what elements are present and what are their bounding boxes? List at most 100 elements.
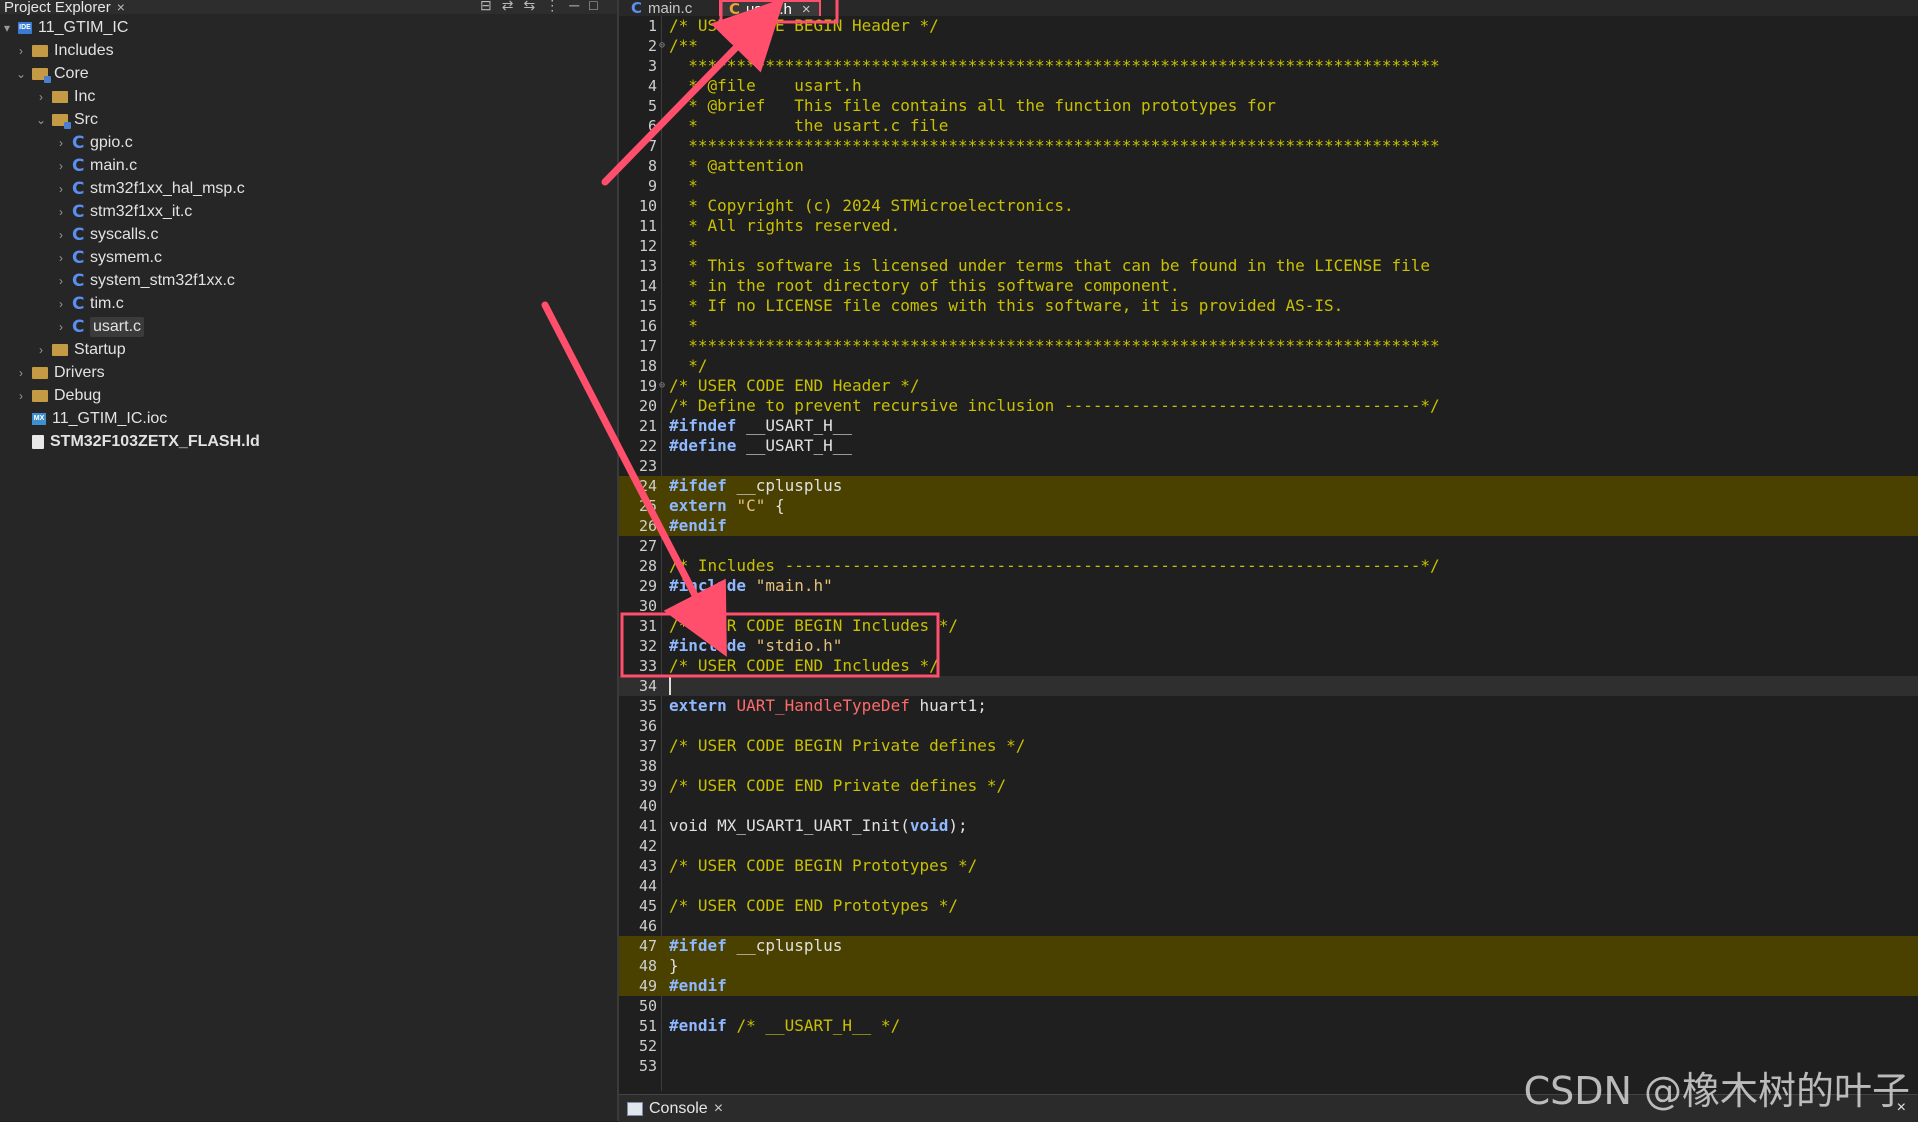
- chevron-right-icon[interactable]: ›: [54, 274, 68, 288]
- code-line[interactable]: 8 * @attention: [619, 156, 1918, 176]
- tree-item-file[interactable]: › Cstm32f1xx_hal_msp.c: [0, 177, 617, 200]
- tree-item-file[interactable]: › Cstm32f1xx_it.c: [0, 200, 617, 223]
- code-line[interactable]: 52: [619, 1036, 1918, 1056]
- chevron-right-icon[interactable]: ›: [54, 205, 68, 219]
- tree-item-startup[interactable]: › Startup: [0, 338, 617, 361]
- code-line[interactable]: 19 ⊖/* USER CODE END Header */: [619, 376, 1918, 396]
- code-line[interactable]: 45 /* USER CODE END Prototypes */: [619, 896, 1918, 916]
- chevron-right-icon[interactable]: ›: [54, 136, 68, 150]
- code-line[interactable]: 44: [619, 876, 1918, 896]
- tree-item-debug[interactable]: › Debug: [0, 384, 617, 407]
- code-line[interactable]: 5 * @brief This file contains all the fu…: [619, 96, 1918, 116]
- tree-item-file[interactable]: › Csystem_stm32f1xx.c: [0, 269, 617, 292]
- code-line[interactable]: 37 /* USER CODE BEGIN Private defines */: [619, 736, 1918, 756]
- tree-item-file[interactable]: › Csyscalls.c: [0, 223, 617, 246]
- tree-item-includes[interactable]: › Includes: [0, 39, 617, 62]
- collapse-all-icon[interactable]: ⊟: [480, 0, 492, 14]
- tab-console[interactable]: Console ×: [627, 1097, 723, 1121]
- code-line[interactable]: 49 #endif: [619, 976, 1918, 996]
- code-line[interactable]: 43 /* USER CODE BEGIN Prototypes */: [619, 856, 1918, 876]
- code-line[interactable]: 11 * All rights reserved.: [619, 216, 1918, 236]
- chevron-right-icon[interactable]: ›: [54, 182, 68, 196]
- code-line[interactable]: 13 * This software is licensed under ter…: [619, 256, 1918, 276]
- maximize-icon[interactable]: □: [589, 0, 597, 14]
- code-line[interactable]: 26 #endif: [619, 516, 1918, 536]
- code-line[interactable]: 41 void MX_USART1_UART_Init(void);: [619, 816, 1918, 836]
- code-line[interactable]: 7 **************************************…: [619, 136, 1918, 156]
- code-line[interactable]: 23: [619, 456, 1918, 476]
- code-line[interactable]: 15 * If no LICENSE file comes with this …: [619, 296, 1918, 316]
- code-line[interactable]: 34: [619, 676, 1918, 696]
- tree-item-file[interactable]: › Cgpio.c: [0, 131, 617, 154]
- tab-close-icon[interactable]: ×: [802, 1, 811, 18]
- fold-icon[interactable]: ⊖: [659, 36, 665, 56]
- console-tab-close-icon[interactable]: ×: [714, 1100, 723, 1118]
- tree-item-inc[interactable]: › Inc: [0, 85, 617, 108]
- tree-item-file[interactable]: › Cmain.c: [0, 154, 617, 177]
- chevron-right-icon[interactable]: ›: [34, 343, 48, 357]
- tree-item-src[interactable]: ⌄ Src: [0, 108, 617, 131]
- code-line[interactable]: 46: [619, 916, 1918, 936]
- code-line[interactable]: 40: [619, 796, 1918, 816]
- view-menu-icon[interactable]: ⋮: [545, 0, 559, 14]
- code-line[interactable]: 32 #include "stdio.h": [619, 636, 1918, 656]
- code-line[interactable]: 12 *: [619, 236, 1918, 256]
- tree-item-file[interactable]: › Csysmem.c: [0, 246, 617, 269]
- chevron-right-icon[interactable]: ›: [34, 90, 48, 104]
- code-line[interactable]: 4 * @file usart.h: [619, 76, 1918, 96]
- code-line[interactable]: 33 /* USER CODE END Includes */: [619, 656, 1918, 676]
- code-line[interactable]: 16 *: [619, 316, 1918, 336]
- tab-main-c[interactable]: C main.c: [631, 0, 692, 17]
- code-line[interactable]: 35 extern UART_HandleTypeDef huart1;: [619, 696, 1918, 716]
- code-area[interactable]: 1/* USER CODE BEGIN Header */2 ⊖/** 3 ****…: [619, 16, 1918, 1091]
- code-line[interactable]: 6 * the usart.c file: [619, 116, 1918, 136]
- chevron-right-icon[interactable]: ›: [54, 251, 68, 265]
- tree-item-core[interactable]: ⌄ Core: [0, 62, 617, 85]
- code-line[interactable]: 27: [619, 536, 1918, 556]
- code-line[interactable]: 1 /* USER CODE BEGIN Header */: [619, 16, 1918, 36]
- code-line[interactable]: 28 /* Includes --------------------------…: [619, 556, 1918, 576]
- code-line[interactable]: 14 * in the root directory of this softw…: [619, 276, 1918, 296]
- code-line[interactable]: 29 #include "main.h": [619, 576, 1918, 596]
- code-line[interactable]: 18 */: [619, 356, 1918, 376]
- code-line[interactable]: 39 /* USER CODE END Private defines */: [619, 776, 1918, 796]
- code-line[interactable]: 17 *************************************…: [619, 336, 1918, 356]
- chevron-right-icon[interactable]: ›: [14, 44, 28, 58]
- chevron-down-icon[interactable]: ⌄: [14, 67, 28, 81]
- chevron-right-icon[interactable]: ›: [54, 228, 68, 242]
- chevron-right-icon[interactable]: ›: [54, 159, 68, 173]
- code-line[interactable]: 48}: [619, 956, 1918, 976]
- chevron-down-icon[interactable]: ⌄: [34, 113, 48, 127]
- code-line[interactable]: 25 extern "C" {: [619, 496, 1918, 516]
- code-line[interactable]: 3 **************************************…: [619, 56, 1918, 76]
- chevron-right-icon[interactable]: ›: [14, 389, 28, 403]
- code-line[interactable]: 36: [619, 716, 1918, 736]
- chevron-right-icon[interactable]: ›: [54, 297, 68, 311]
- code-line[interactable]: 47 #ifdef __cplusplus: [619, 936, 1918, 956]
- tree-item-file[interactable]: › Cusart.c: [0, 315, 617, 338]
- tree-item-ioc[interactable]: MX 11_GTIM_IC.ioc: [0, 407, 617, 430]
- code-line[interactable]: 24 #ifdef __cplusplus: [619, 476, 1918, 496]
- explorer-close-icon[interactable]: ×: [117, 0, 125, 15]
- tab-usart-h[interactable]: C usart.h ×: [719, 0, 821, 18]
- chevron-right-icon[interactable]: ›: [54, 320, 68, 334]
- tree-item-file[interactable]: › Ctim.c: [0, 292, 617, 315]
- chevron-right-icon[interactable]: ›: [14, 366, 28, 380]
- code-line[interactable]: 38: [619, 756, 1918, 776]
- minimize-icon[interactable]: ─: [569, 0, 579, 14]
- code-line[interactable]: 9 *: [619, 176, 1918, 196]
- chevron-down-icon[interactable]: ▾: [0, 21, 14, 35]
- code-line[interactable]: 50: [619, 996, 1918, 1016]
- code-line[interactable]: 22 #define __USART_H__: [619, 436, 1918, 456]
- tree-item-ld[interactable]: STM32F103ZETX_FLASH.ld: [0, 430, 617, 453]
- fold-icon[interactable]: ⊖: [659, 376, 665, 396]
- code-line[interactable]: 21 #ifndef __USART_H__: [619, 416, 1918, 436]
- link-editor-icon[interactable]: ⇄: [502, 0, 514, 14]
- code-line[interactable]: 31 /* USER CODE BEGIN Includes */: [619, 616, 1918, 636]
- code-line[interactable]: 20 /* Define to prevent recursive inclusi…: [619, 396, 1918, 416]
- tree-item-drivers[interactable]: › Drivers: [0, 361, 617, 384]
- code-line[interactable]: 51 #endif /* __USART_H__ */: [619, 1016, 1918, 1036]
- sync-icon[interactable]: ⇆: [523, 0, 535, 14]
- code-line[interactable]: 2 ⊖/**: [619, 36, 1918, 56]
- code-line[interactable]: 10 * Copyright (c) 2024 STMicroelectroni…: [619, 196, 1918, 216]
